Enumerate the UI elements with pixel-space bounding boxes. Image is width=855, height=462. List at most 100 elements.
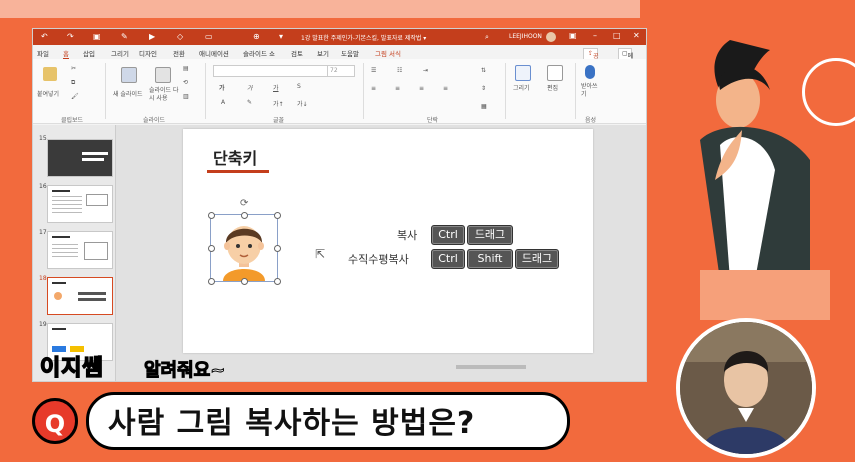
resize-handle[interactable] xyxy=(274,212,281,219)
tab-draw[interactable]: 그리기 xyxy=(111,48,129,58)
resize-handle[interactable] xyxy=(208,212,215,219)
maximize-icon[interactable]: □ xyxy=(613,31,621,40)
draw-button[interactable]: 그리기 xyxy=(513,83,530,92)
align-text-icon[interactable]: ⇕ xyxy=(481,85,486,92)
redo-icon[interactable]: ↷ xyxy=(67,32,74,42)
slide-title[interactable]: 단축키 xyxy=(213,145,257,169)
close-icon[interactable]: ✕ xyxy=(633,31,640,40)
tab-view[interactable]: 보기 xyxy=(317,48,329,58)
ribbon-options-icon[interactable]: ▣ xyxy=(569,31,577,40)
slide-thumbnail-18[interactable] xyxy=(47,277,113,315)
bold-icon[interactable]: 가 xyxy=(219,83,225,92)
resize-handle[interactable] xyxy=(241,212,248,219)
thumbnail-number: 15 xyxy=(39,135,47,142)
new-slide-icon[interactable] xyxy=(121,67,137,83)
tab-transition[interactable]: 전환 xyxy=(173,48,185,58)
tab-design[interactable]: 디자인 xyxy=(139,48,157,58)
numbering-icon[interactable]: ☷ xyxy=(397,67,402,74)
window-title: 1강 발표한 주제인가-기본스킬, 발표자료 제작법 ▾ xyxy=(301,35,427,42)
powerpoint-window: ↶ ↷ ▣ ✎ ▶ ◇ ▭ ⊕ ▾ 1강 발표한 주제인가-기본스킬, 발표자료… xyxy=(32,28,647,382)
slide-thumbnail-16[interactable] xyxy=(47,185,113,223)
format-painter-icon[interactable]: ✎ xyxy=(121,32,128,42)
font-family-select[interactable] xyxy=(213,65,333,77)
resize-handle[interactable] xyxy=(208,245,215,252)
tab-animation[interactable]: 애니메이션 xyxy=(199,48,229,58)
current-slide[interactable]: 단축키 ⟳ ⇱ 복사 Ctrl 드래그 수직수평복사 Ctrl Shift 드래… xyxy=(183,129,593,353)
slide-icon[interactable]: ▭ xyxy=(205,32,213,42)
slide-thumbnail-pane: 15 16 17 18 19 xyxy=(33,125,116,381)
selected-picture[interactable]: ⟳ xyxy=(208,198,281,285)
presenter-figure xyxy=(680,322,812,454)
save-icon[interactable]: ▣ xyxy=(93,32,101,42)
tab-slideshow[interactable]: 슬라이드 쇼 xyxy=(243,48,275,58)
key-drag: 드래그 xyxy=(467,225,513,245)
font-color-icon[interactable]: A xyxy=(221,99,225,106)
align-center-icon[interactable]: ≡ xyxy=(395,85,400,92)
resize-handle[interactable] xyxy=(208,278,215,285)
slide-thumbnail-15[interactable] xyxy=(47,139,113,177)
present-icon[interactable]: ▶ xyxy=(149,32,155,42)
new-slide-button[interactable]: 새 슬라이드 xyxy=(113,89,143,98)
divider xyxy=(205,63,206,119)
group-paragraph: 단락 xyxy=(427,117,439,124)
strikethrough-icon[interactable]: S xyxy=(297,83,301,90)
reuse-slide-icon[interactable] xyxy=(155,67,171,83)
smartart-icon[interactable]: ▦ xyxy=(481,103,487,110)
horizontal-scrollbar[interactable] xyxy=(456,365,526,369)
edit-button[interactable]: 편집 xyxy=(547,83,558,92)
find-icon[interactable] xyxy=(547,65,563,81)
ribbon: 붙여넣기 ✂ ⧉ 🖌 새 슬라이드 슬라이드 다시 사용 ▤ ⟲ ▥ 72 가 … xyxy=(33,59,646,124)
tab-home[interactable]: 홈 xyxy=(63,48,69,59)
minimize-icon[interactable]: – xyxy=(593,31,597,40)
dictate-button[interactable]: 받아쓰기 xyxy=(581,83,603,99)
slide-thumbnail-17[interactable] xyxy=(47,231,113,269)
person-illustration-icon xyxy=(223,226,265,281)
cut-icon[interactable]: ✂ xyxy=(71,65,76,72)
tab-insert[interactable]: 삽입 xyxy=(83,48,95,58)
tab-file[interactable]: 파일 xyxy=(37,48,49,58)
touch-mode-icon[interactable]: ⊕ xyxy=(253,32,260,42)
tab-picture-format[interactable]: 그림 서식 xyxy=(375,48,401,58)
divider xyxy=(575,63,576,119)
resize-handle[interactable] xyxy=(241,278,248,285)
tab-help[interactable]: 도움말 xyxy=(341,48,359,58)
rotate-handle-icon[interactable]: ⟳ xyxy=(240,198,248,209)
key-drag: 드래그 xyxy=(515,249,559,269)
layout-icon[interactable]: ▤ xyxy=(183,65,189,72)
decrease-font-icon[interactable]: 가↓ xyxy=(297,99,308,108)
thumbnail-number: 18 xyxy=(39,275,47,282)
increase-font-icon[interactable]: 가↑ xyxy=(273,99,284,108)
reset-icon[interactable]: ⟲ xyxy=(183,79,188,86)
align-right-icon[interactable]: ≡ xyxy=(419,85,424,92)
series-title: 이지쌤 xyxy=(39,355,104,382)
italic-icon[interactable]: 가 xyxy=(247,83,253,92)
presenter-photo xyxy=(676,318,816,458)
key-ctrl: Ctrl xyxy=(431,225,465,245)
tab-review[interactable]: 검토 xyxy=(291,48,303,58)
group-font: 글꼴 xyxy=(273,117,285,124)
paste-icon[interactable] xyxy=(43,67,57,81)
microphone-icon[interactable] xyxy=(585,65,595,79)
paste-button[interactable]: 붙여넣기 xyxy=(37,89,59,98)
user-avatar[interactable] xyxy=(546,32,556,42)
resize-handle[interactable] xyxy=(274,245,281,252)
highlight-icon[interactable]: ✎ xyxy=(247,99,252,106)
text-direction-icon[interactable]: ⇅ xyxy=(481,67,486,74)
section-icon[interactable]: ▥ xyxy=(183,93,189,100)
shape-icon[interactable]: ◇ xyxy=(177,32,183,42)
resize-handle[interactable] xyxy=(274,278,281,285)
copy-icon[interactable]: ⧉ xyxy=(71,79,75,87)
font-size-select[interactable]: 72 xyxy=(327,65,355,77)
customize-icon[interactable]: ▾ xyxy=(279,32,283,42)
key-ctrl: Ctrl xyxy=(431,249,465,269)
drawing-icon[interactable] xyxy=(515,65,531,81)
indent-icon[interactable]: ⇥ xyxy=(423,67,428,74)
underline-icon[interactable]: 가 xyxy=(273,83,279,92)
format-painter-icon[interactable]: 🖌 xyxy=(71,93,79,100)
bullets-icon[interactable]: ☰ xyxy=(371,67,376,74)
align-left-icon[interactable]: ≡ xyxy=(371,85,376,92)
search-icon[interactable]: ⌕ xyxy=(485,32,489,42)
undo-icon[interactable]: ↶ xyxy=(41,32,48,42)
reuse-slide-button[interactable]: 슬라이드 다시 사용 xyxy=(149,87,179,103)
justify-icon[interactable]: ≡ xyxy=(443,85,448,92)
